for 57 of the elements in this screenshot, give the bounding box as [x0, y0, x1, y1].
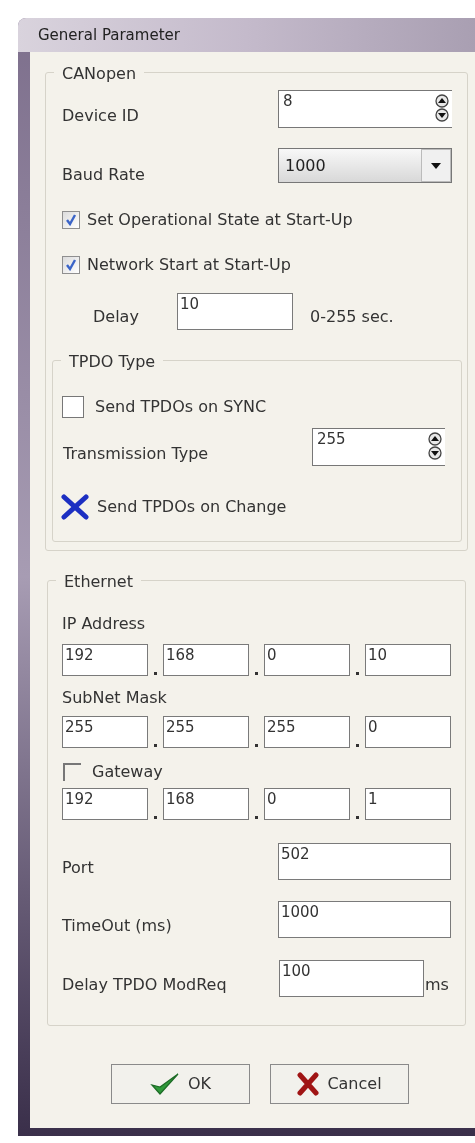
dot-separator — [356, 672, 359, 675]
cancel-button[interactable]: Cancel — [270, 1064, 409, 1104]
checkbox-label: Network Start at Start-Up — [87, 254, 291, 276]
dropdown[interactable]: 1000 — [278, 148, 452, 183]
unit-label: ms — [425, 974, 449, 996]
checkmark-icon — [149, 1072, 180, 1096]
octet-field[interactable]: 0 — [264, 788, 351, 820]
ok-button[interactable]: OK — [111, 1064, 250, 1104]
field-label: Port — [62, 857, 95, 879]
checkbox-label: Set Operational State at Start-Up — [87, 209, 353, 231]
check-icon — [65, 259, 77, 271]
dot-separator — [356, 744, 359, 747]
checkbox[interactable] — [62, 211, 80, 229]
octet-field[interactable]: 192 — [62, 788, 149, 820]
unit-label: 0-255 sec. — [310, 306, 394, 328]
spin-arrows-icon[interactable] — [433, 94, 451, 122]
checkbox-label: Send TPDOs on SYNC — [95, 396, 267, 418]
field-label: TimeOut (ms) — [62, 915, 173, 937]
dot-separator — [356, 816, 359, 819]
field-label: SubNet Mask — [62, 688, 168, 708]
octet-field[interactable]: 255 — [264, 716, 351, 748]
dot-separator — [154, 816, 157, 819]
checkbox[interactable] — [62, 396, 84, 418]
x-icon — [297, 1072, 320, 1096]
field-label: Delay TPDO ModReq — [62, 974, 228, 996]
octet-field[interactable]: 168 — [163, 788, 250, 820]
spin-field[interactable]: 8 — [278, 90, 452, 128]
text-field[interactable]: 10 — [177, 293, 293, 330]
x-mark-icon[interactable] — [61, 494, 89, 520]
octet-field[interactable]: 255 — [62, 716, 149, 748]
octet-field[interactable]: 168 — [163, 644, 250, 676]
dot-separator — [154, 744, 157, 747]
octet-field[interactable]: 255 — [163, 716, 250, 748]
field-label: IP Address — [62, 614, 147, 634]
spin-field[interactable]: 255 — [312, 428, 445, 466]
checkbox-label: Send TPDOs on Change — [97, 496, 287, 518]
octet-field[interactable]: 10 — [365, 644, 452, 676]
field-label: Delay — [93, 306, 140, 328]
dot-separator — [255, 816, 258, 819]
octet-field[interactable]: 0 — [264, 644, 351, 676]
dot-separator — [255, 744, 258, 747]
field-label: Device ID — [62, 105, 139, 127]
window-title: General Parameter — [38, 24, 180, 46]
field-label: Transmission Type — [63, 443, 209, 465]
text-field[interactable]: 502 — [277, 843, 451, 880]
text-field[interactable]: 100 — [279, 960, 424, 997]
octet-field[interactable]: 192 — [62, 644, 149, 676]
check-icon — [65, 214, 77, 226]
dot-separator — [255, 672, 258, 675]
spin-arrows-icon[interactable] — [426, 432, 444, 460]
octet-field[interactable]: 1 — [365, 788, 452, 820]
checkbox[interactable] — [62, 256, 80, 274]
text-field[interactable]: 1000 — [277, 901, 451, 938]
field-label: Baud Rate — [62, 163, 145, 186]
dot-separator — [154, 672, 157, 675]
checkbox-label: Gateway — [92, 761, 163, 783]
octet-field[interactable]: 0 — [365, 716, 452, 748]
